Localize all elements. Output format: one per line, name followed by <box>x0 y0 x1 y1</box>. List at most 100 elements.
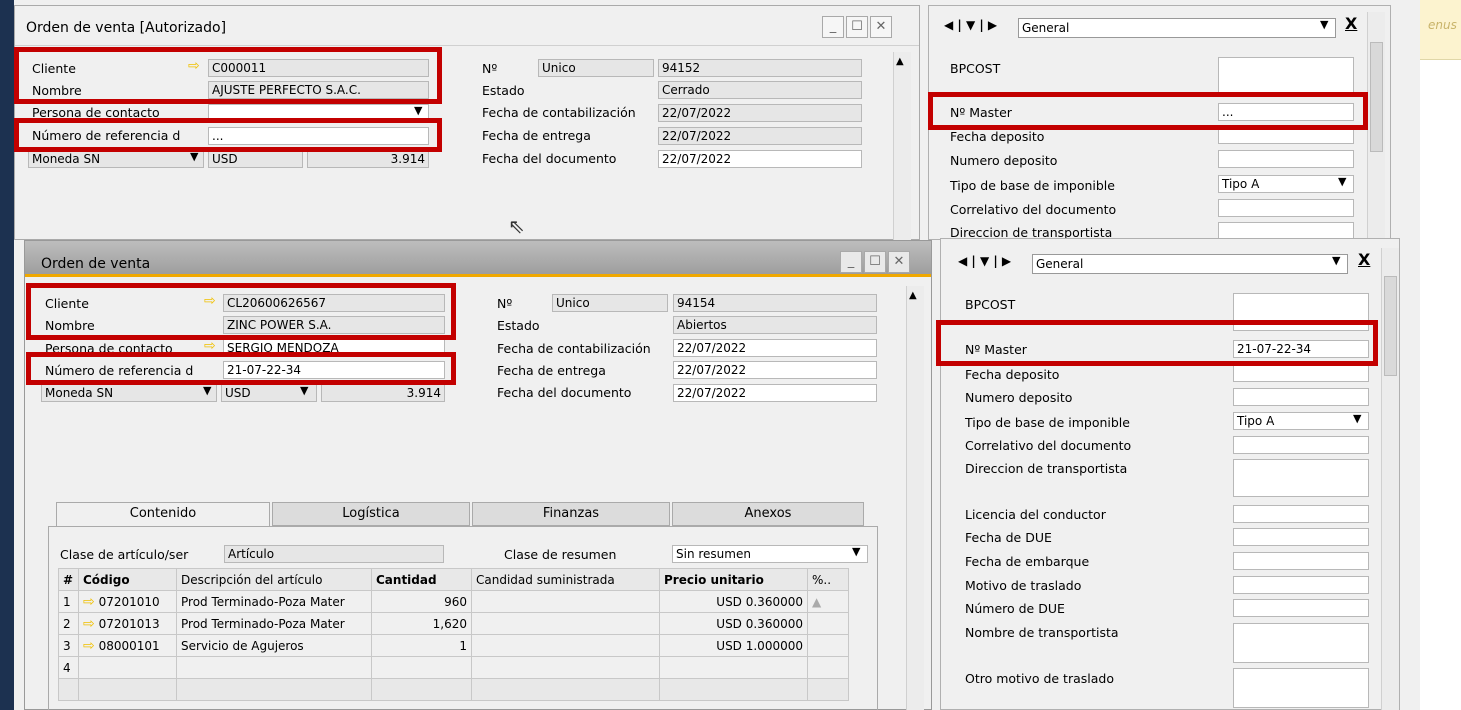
item-percent[interactable] <box>807 612 849 635</box>
col-header[interactable]: Descripción del artículo <box>176 568 372 591</box>
numero-due-field[interactable] <box>1233 599 1369 617</box>
dropdown-arrow-icon[interactable]: ▼ <box>1320 18 1328 31</box>
clase-resumen-select[interactable]: Sin resumen <box>672 545 868 563</box>
item-quantity[interactable] <box>371 656 472 679</box>
close-button[interactable]: ✕ <box>888 251 910 273</box>
panel-category-select[interactable]: General <box>1018 18 1336 38</box>
close-button[interactable]: ✕ <box>870 16 892 38</box>
col-header[interactable]: %.. <box>807 568 849 591</box>
direccion-field[interactable] <box>1233 459 1369 497</box>
item-code-cell[interactable]: ⇨ 07201010 <box>78 590 177 613</box>
clase-articulo-field[interactable]: Artículo <box>224 545 444 563</box>
item-price[interactable]: USD 0.360000 <box>659 590 808 613</box>
fecha-contabilizacion-field[interactable]: 22/07/2022 <box>673 339 877 357</box>
moneda-sn-select[interactable]: Moneda SN <box>28 150 204 168</box>
minimize-button[interactable]: _ <box>840 251 862 273</box>
minimize-button[interactable]: _ <box>822 16 844 38</box>
maximize-button[interactable]: ☐ <box>864 251 886 273</box>
item-price[interactable]: USD 0.360000 <box>659 612 808 635</box>
panel2-scrollbar[interactable] <box>1381 248 1399 710</box>
nombre-transportista-field[interactable] <box>1233 623 1369 663</box>
motivo-traslado-field[interactable] <box>1233 576 1369 594</box>
serie-field[interactable]: Unico <box>552 294 668 312</box>
estado-field[interactable]: Cerrado <box>658 81 862 99</box>
dropdown-arrow-icon[interactable]: ▼ <box>1338 175 1346 188</box>
dropdown-arrow-icon[interactable]: ▼ <box>1332 254 1340 267</box>
link-arrow-icon[interactable]: ⇨ <box>83 616 95 632</box>
tipo-cambio-field[interactable]: 3.914 <box>307 150 429 168</box>
fecha-due-field[interactable] <box>1233 528 1369 546</box>
estado-field[interactable]: Abiertos <box>673 316 877 334</box>
col-header[interactable]: Candidad suministrada <box>471 568 660 591</box>
table-row[interactable]: 1 ⇨ 07201010 Prod Terminado-Poza Mater 9… <box>58 590 849 613</box>
panel-nav-buttons[interactable]: ◀ | ▼ | ▶ <box>958 254 1011 268</box>
item-code-cell[interactable]: ⇨ 08000101 <box>78 634 177 657</box>
numero-deposito-field[interactable] <box>1218 150 1354 168</box>
panel1-scrollbar[interactable] <box>1367 12 1385 240</box>
item-description[interactable] <box>176 656 372 679</box>
panel-nav-buttons[interactable]: ◀ | ▼ | ▶ <box>944 18 997 32</box>
dropdown-arrow-icon[interactable]: ▼ <box>1353 412 1361 425</box>
numero-field[interactable]: 94154 <box>673 294 877 312</box>
moneda-sn-select[interactable]: Moneda SN <box>41 384 217 402</box>
bpcost-field[interactable] <box>1218 57 1354 95</box>
item-code-cell[interactable] <box>78 656 177 679</box>
tipo-cambio-field[interactable]: 3.914 <box>321 384 445 402</box>
item-quantity[interactable]: 1,620 <box>371 612 472 635</box>
empty-cell[interactable] <box>659 678 808 701</box>
window1-scrollbar[interactable]: ▲ <box>893 52 911 240</box>
empty-cell[interactable] <box>471 678 660 701</box>
dropdown-arrow-icon[interactable]: ▼ <box>414 104 422 117</box>
fecha-deposito-field[interactable] <box>1233 364 1369 382</box>
item-supplied[interactable] <box>471 634 660 657</box>
table-row[interactable]: 3 ⇨ 08000101 Servicio de Agujeros 1 USD … <box>58 634 849 657</box>
table-row[interactable] <box>58 678 849 701</box>
item-code-cell[interactable]: ⇨ 07201013 <box>78 612 177 635</box>
numero-field[interactable]: 94152 <box>658 59 862 77</box>
fecha-contabilizacion-field[interactable]: 22/07/2022 <box>658 104 862 122</box>
col-header[interactable]: Cantidad <box>371 568 472 591</box>
licencia-field[interactable] <box>1233 505 1369 523</box>
col-header[interactable]: Precio unitario <box>659 568 808 591</box>
fecha-embarque-field[interactable] <box>1233 552 1369 570</box>
correlativo-field[interactable] <box>1218 199 1354 217</box>
dropdown-arrow-icon[interactable]: ▼ <box>852 545 860 558</box>
item-supplied[interactable] <box>471 612 660 635</box>
link-arrow-icon[interactable]: ⇨ <box>83 638 95 654</box>
serie-field[interactable]: Unico <box>538 59 654 77</box>
empty-cell[interactable] <box>176 678 372 701</box>
panel-category-select[interactable]: General <box>1032 254 1348 274</box>
item-percent[interactable] <box>807 634 849 657</box>
fecha-documento-field[interactable]: 22/07/2022 <box>658 150 862 168</box>
tipo-base-select[interactable]: Tipo A <box>1218 175 1354 193</box>
otro-motivo-field[interactable] <box>1233 668 1369 708</box>
window2-scrollbar[interactable]: ▲ <box>906 286 924 710</box>
item-supplied[interactable] <box>471 590 660 613</box>
close-icon[interactable]: X <box>1358 250 1370 269</box>
tab-finanzas[interactable]: Finanzas <box>472 502 670 526</box>
tab-contenido[interactable]: Contenido <box>56 502 270 526</box>
item-description[interactable]: Servicio de Agujeros <box>176 634 372 657</box>
item-price[interactable] <box>659 656 808 679</box>
moneda-field[interactable]: USD <box>208 150 303 168</box>
col-header[interactable]: Código <box>78 568 177 591</box>
tipo-base-select[interactable]: Tipo A <box>1233 412 1369 430</box>
empty-cell[interactable] <box>371 678 472 701</box>
col-header[interactable]: # <box>58 568 79 591</box>
fecha-documento-field[interactable]: 22/07/2022 <box>673 384 877 402</box>
tab-anexos[interactable]: Anexos <box>672 502 864 526</box>
link-arrow-icon[interactable]: ⇨ <box>83 594 95 610</box>
item-percent[interactable]: ▲ <box>807 590 849 613</box>
dropdown-arrow-icon[interactable]: ▼ <box>203 384 211 397</box>
correlativo-field[interactable] <box>1233 436 1369 454</box>
close-icon[interactable]: X <box>1345 14 1357 33</box>
item-percent[interactable] <box>807 656 849 679</box>
item-supplied[interactable] <box>471 656 660 679</box>
item-price[interactable]: USD 1.000000 <box>659 634 808 657</box>
fecha-entrega-field[interactable]: 22/07/2022 <box>658 127 862 145</box>
dropdown-arrow-icon[interactable]: ▼ <box>300 384 308 397</box>
tab-logistica[interactable]: Logística <box>272 502 470 526</box>
item-description[interactable]: Prod Terminado-Poza Mater <box>176 612 372 635</box>
table-row[interactable]: 2 ⇨ 07201013 Prod Terminado-Poza Mater 1… <box>58 612 849 635</box>
numero-deposito-field[interactable] <box>1233 388 1369 406</box>
